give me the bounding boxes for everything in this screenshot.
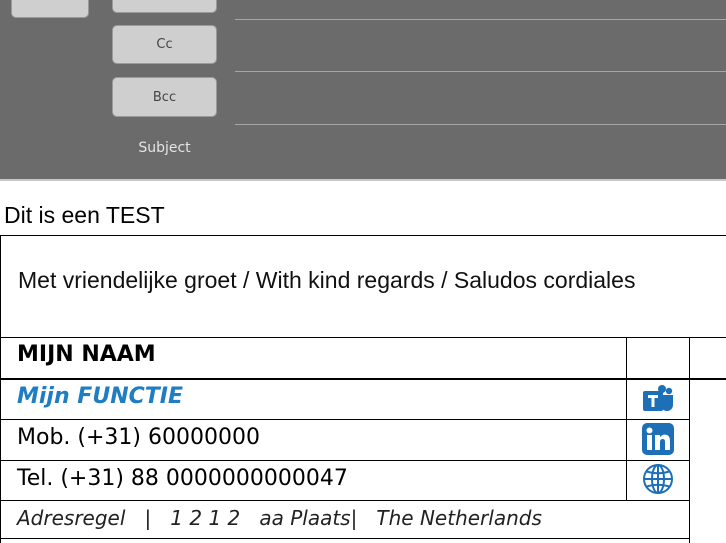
table-border — [0, 538, 690, 539]
send-button[interactable] — [11, 0, 89, 18]
signature-function: Mijn FUNCTIE — [17, 384, 183, 409]
signature-address: Adresregel | 1 2 1 2 aa Plaats| The Neth… — [17, 506, 542, 530]
cc-field[interactable] — [235, 71, 726, 72]
table-border — [689, 337, 690, 543]
subject-label: Subject — [138, 140, 191, 156]
signature-greeting: Met vriendelijke groet / With kind regar… — [18, 267, 636, 293]
table-border — [626, 337, 627, 501]
to-button[interactable] — [112, 0, 217, 13]
table-border — [0, 235, 1, 543]
bcc-button-label: Bcc — [152, 89, 177, 105]
linkedin-icon[interactable] — [641, 422, 675, 456]
signature-name: MIJN NAAM — [17, 342, 156, 367]
teams-icon[interactable] — [641, 383, 675, 417]
signature-mobile: Mob. (+31) 60000000 — [17, 425, 260, 450]
table-border — [0, 460, 690, 461]
message-body-text[interactable]: Dit is een TEST — [4, 202, 165, 229]
bcc-button[interactable]: Bcc — [112, 77, 217, 117]
signature-telephone: Tel. (+31) 88 0000000000047 — [17, 466, 348, 491]
cc-button[interactable]: Cc — [112, 25, 217, 64]
table-border — [0, 419, 690, 420]
table-border — [0, 337, 726, 338]
header-divider — [0, 179, 726, 181]
table-border — [0, 235, 726, 236]
compose-header: Cc Bcc Subject — [0, 0, 726, 179]
cc-button-label: Cc — [156, 37, 173, 52]
bcc-field[interactable] — [235, 124, 726, 125]
table-border — [0, 500, 690, 501]
to-field[interactable] — [235, 19, 726, 20]
table-border — [0, 378, 726, 380]
globe-icon[interactable] — [641, 462, 675, 496]
